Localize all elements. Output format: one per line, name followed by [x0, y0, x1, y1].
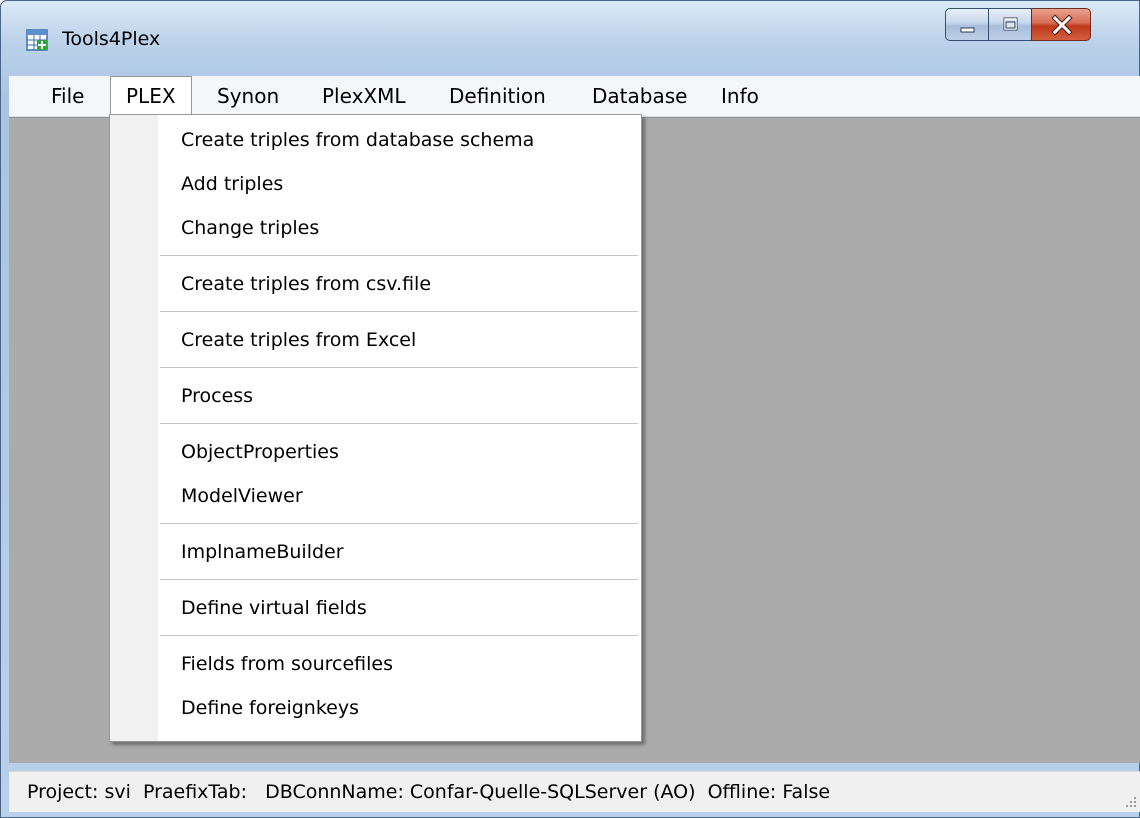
menu-separator: [160, 311, 638, 313]
menu-item-process[interactable]: Process: [181, 381, 253, 411]
menu-plexxml[interactable]: PlexXML: [307, 76, 421, 116]
status-text: Project: svi PraefixTab: DBConnName: Con…: [27, 781, 831, 803]
application-window: Tools4Plex File PLEX Synon PlexXML Defin…: [0, 0, 1140, 818]
menu-bar: File PLEX Synon PlexXML Definition Datab…: [9, 76, 1140, 117]
menu-icon-gutter: [110, 115, 158, 741]
menu-separator: [160, 523, 638, 525]
status-bar: Project: svi PraefixTab: DBConnName: Con…: [9, 771, 1140, 812]
menu-file[interactable]: File: [36, 76, 99, 116]
menu-separator: [160, 367, 638, 369]
menu-item-object-properties[interactable]: ObjectProperties: [181, 437, 339, 467]
menu-separator: [160, 255, 638, 257]
menu-plex[interactable]: PLEX: [110, 76, 192, 117]
close-button[interactable]: [1031, 8, 1091, 41]
caption-buttons: [945, 8, 1140, 41]
minimize-button[interactable]: [945, 8, 989, 41]
menu-item-create-triples-from-excel[interactable]: Create triples from Excel: [181, 325, 416, 355]
menu-separator: [160, 579, 638, 581]
size-grip-icon[interactable]: [1123, 794, 1137, 808]
menu-info[interactable]: Info: [706, 76, 774, 116]
menu-item-model-viewer[interactable]: ModelViewer: [181, 481, 303, 511]
menu-definition[interactable]: Definition: [434, 76, 561, 116]
maximize-icon: [1003, 17, 1018, 31]
plex-dropdown-menu: Create triples from database schema Add …: [109, 114, 642, 742]
menu-item-implname-builder[interactable]: ImplnameBuilder: [181, 537, 344, 567]
title-bar[interactable]: Tools4Plex: [1, 1, 1140, 71]
menu-item-create-triples-from-database-schema[interactable]: Create triples from database schema: [181, 125, 534, 155]
maximize-button[interactable]: [988, 8, 1032, 41]
menu-synon[interactable]: Synon: [202, 76, 294, 116]
menu-item-define-virtual-fields[interactable]: Define virtual fields: [181, 593, 367, 623]
menu-separator: [160, 635, 638, 637]
menu-separator: [160, 423, 638, 425]
menu-item-create-triples-from-csv[interactable]: Create triples from csv.file: [181, 269, 431, 299]
menu-item-change-triples[interactable]: Change triples: [181, 213, 319, 243]
menu-items-area: [158, 115, 641, 741]
window-title: Tools4Plex: [62, 28, 161, 50]
grid-table-icon[interactable]: [26, 29, 48, 51]
minimize-icon: [960, 27, 975, 33]
close-icon: [1051, 14, 1073, 36]
menu-item-fields-from-sourcefiles[interactable]: Fields from sourcefiles: [181, 649, 393, 679]
menu-item-define-foreignkeys[interactable]: Define foreignkeys: [181, 693, 359, 723]
menu-item-add-triples[interactable]: Add triples: [181, 169, 283, 199]
menu-database[interactable]: Database: [577, 76, 702, 116]
